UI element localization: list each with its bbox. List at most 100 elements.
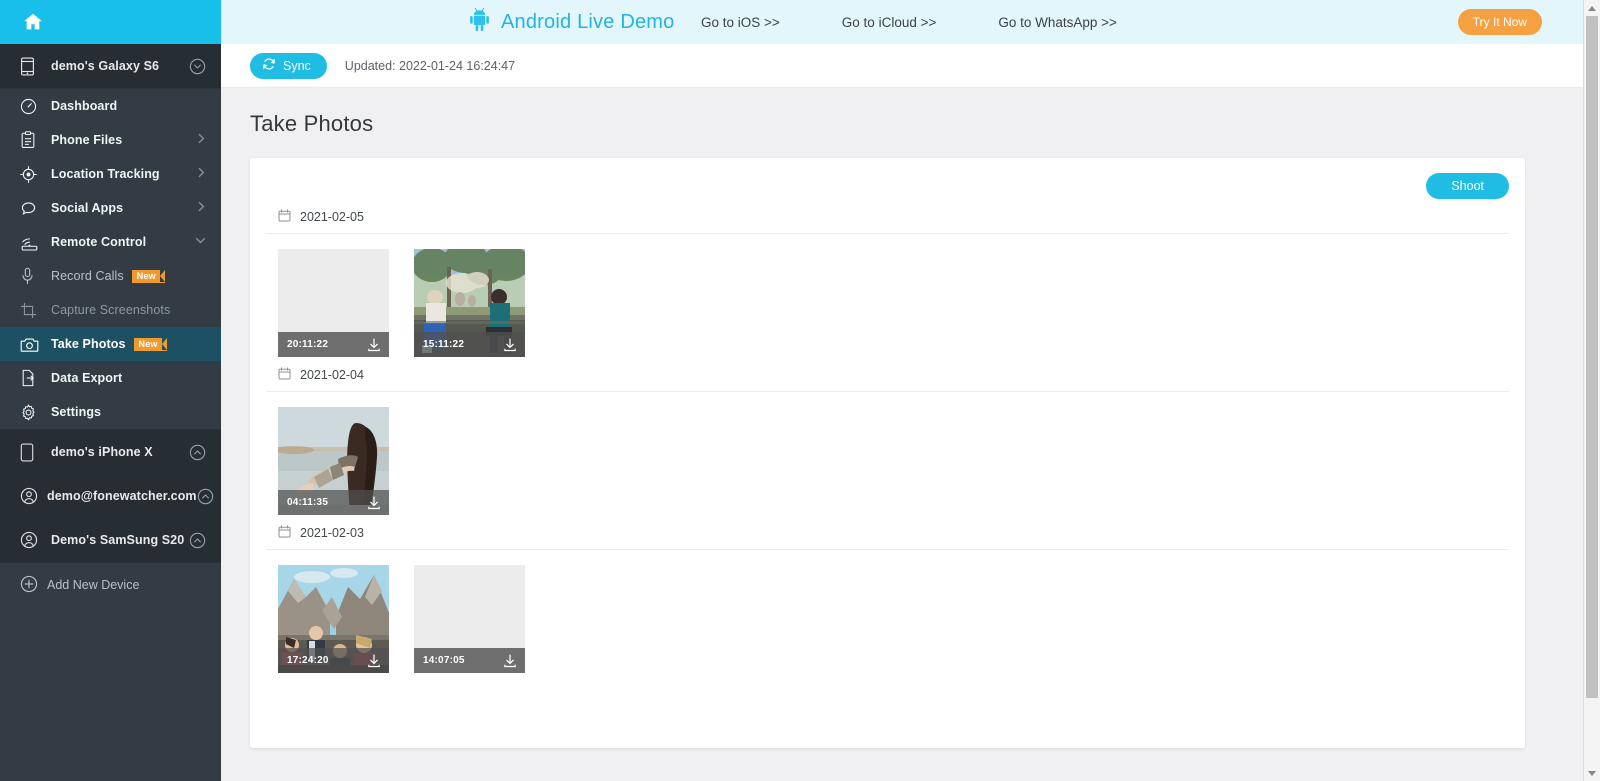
export-file-icon: [20, 369, 42, 387]
add-new-device-button[interactable]: Add New Device: [0, 563, 221, 607]
browser-scrollbar[interactable]: [1583, 0, 1600, 781]
sidebar-device-iphone-x[interactable]: demo's iPhone X: [0, 430, 221, 474]
photo-thumbnail[interactable]: 15:11:22: [414, 249, 525, 357]
tablet-icon: [20, 443, 42, 462]
brand-title: Android Live Demo: [501, 10, 675, 33]
brand: Android Live Demo: [468, 7, 675, 37]
top-nav: Go to iOS >> Go to iCloud >> Go to Whats…: [701, 15, 1117, 30]
sidebar-item-location-tracking[interactable]: Location Tracking: [0, 157, 221, 191]
gauge-icon: [20, 98, 42, 115]
photo-thumbnail[interactable]: 17:24:20: [278, 565, 389, 673]
scroll-down-arrow-icon[interactable]: [1584, 765, 1600, 781]
sidebar-item-record-calls[interactable]: Record Calls New: [0, 259, 221, 293]
chevron-right-icon: [196, 200, 207, 216]
thumbnail-list: 04:11:35: [266, 392, 1509, 515]
sidebar-device-iphone-x-label: demo's iPhone X: [51, 445, 153, 459]
sidebar-account-demo-email-label: demo@fonewatcher.com: [47, 489, 197, 503]
home-icon: [22, 11, 44, 33]
phone-icon: [20, 56, 42, 76]
try-it-now-button[interactable]: Try It Now: [1457, 9, 1542, 35]
download-icon[interactable]: [366, 495, 382, 511]
chevron-down-icon[interactable]: [187, 58, 207, 75]
photo-time: 14:07:05: [423, 655, 465, 666]
sidebar-item-capture-screenshots-label: Capture Screenshots: [51, 303, 171, 317]
download-icon[interactable]: [366, 337, 382, 353]
main-area: Android Live Demo Go to iOS >> Go to iCl…: [221, 0, 1600, 781]
sidebar-primary-device[interactable]: demo's Galaxy S6: [0, 44, 221, 89]
sidebar-item-data-export-label: Data Export: [51, 371, 123, 385]
sidebar-device-samsung-s20[interactable]: Demo's SamSung S20: [0, 518, 221, 562]
photo-meta-bar: 04:11:35: [278, 490, 389, 515]
download-icon[interactable]: [502, 653, 518, 669]
date-group: 2021-02-05 20:11:22 15:11:22: [266, 209, 1509, 357]
plus-circle-icon: [20, 575, 38, 596]
nav-link-ios[interactable]: Go to iOS >>: [701, 15, 780, 30]
scroll-up-arrow-icon[interactable]: [1584, 0, 1600, 16]
account-icon: [20, 531, 42, 549]
photo-meta-bar: 17:24:20: [278, 648, 389, 673]
status-badge: New: [133, 337, 167, 351]
date-header: 2021-02-05: [266, 209, 1509, 234]
sidebar-item-dashboard[interactable]: Dashboard: [0, 89, 221, 123]
photo-time: 20:11:22: [287, 339, 329, 350]
chevron-up-icon[interactable]: [197, 488, 214, 505]
photo-thumbnail[interactable]: 20:11:22: [278, 249, 389, 357]
sidebar-item-dashboard-label: Dashboard: [51, 99, 118, 113]
chevron-up-icon[interactable]: [187, 532, 207, 549]
sidebar-item-settings[interactable]: Settings: [0, 395, 221, 429]
chevron-up-icon[interactable]: [187, 444, 207, 461]
chevron-right-icon: [196, 166, 207, 182]
photo-meta-bar: 20:11:22: [278, 332, 389, 357]
download-icon[interactable]: [502, 337, 518, 353]
date-label: 2021-02-03: [300, 526, 364, 540]
sync-button[interactable]: Sync: [250, 52, 327, 79]
chat-bubble-icon: [20, 200, 42, 217]
sidebar-item-social-apps-label: Social Apps: [51, 201, 124, 215]
sidebar-item-location-tracking-label: Location Tracking: [51, 167, 160, 181]
shoot-button[interactable]: Shoot: [1426, 173, 1509, 199]
date-header: 2021-02-03: [266, 525, 1509, 550]
calendar-icon: [278, 209, 291, 225]
status-badge: New: [131, 269, 165, 283]
sidebar-item-take-photos-label: Take Photos: [51, 337, 126, 351]
sidebar-item-phone-files[interactable]: Phone Files: [0, 123, 221, 157]
top-header: Android Live Demo Go to iOS >> Go to iCl…: [221, 0, 1600, 44]
sidebar-item-capture-screenshots[interactable]: Capture Screenshots: [0, 293, 221, 327]
photo-time: 04:11:35: [287, 497, 329, 508]
sidebar-item-social-apps[interactable]: Social Apps: [0, 191, 221, 225]
sidebar-item-take-photos[interactable]: Take Photos New: [0, 327, 221, 361]
content-scroll: Take Photos Shoot 2021-02-05 20:11:22 15…: [221, 88, 1600, 781]
photo-thumbnail[interactable]: 04:11:35: [278, 407, 389, 515]
sidebar-home-button[interactable]: [0, 0, 221, 44]
calendar-icon: [278, 367, 291, 383]
clipboard-icon: [20, 131, 42, 149]
nav-link-whatsapp[interactable]: Go to WhatsApp >>: [998, 15, 1117, 30]
sidebar-item-data-export[interactable]: Data Export: [0, 361, 221, 395]
date-label: 2021-02-05: [300, 210, 364, 224]
photo-thumbnail[interactable]: 14:07:05: [414, 565, 525, 673]
crop-icon: [20, 302, 42, 319]
sync-bar: Sync Updated: 2022-01-24 16:24:47: [221, 44, 1600, 88]
app-root: demo's Galaxy S6 Dashboard Phone Files L…: [0, 0, 1600, 781]
chevron-down-icon: [194, 235, 207, 249]
sidebar-device-samsung-s20-label: Demo's SamSung S20: [51, 533, 185, 547]
refresh-icon: [262, 57, 276, 74]
calendar-icon: [278, 525, 291, 541]
download-icon[interactable]: [366, 653, 382, 669]
account-icon: [20, 487, 38, 505]
scrollbar-thumb[interactable]: [1586, 16, 1598, 698]
thumbnail-list: 17:24:20 14:07:05: [266, 550, 1509, 673]
photo-meta-bar: 15:11:22: [414, 332, 525, 357]
microphone-icon: [20, 267, 42, 285]
shoot-row: Shoot: [266, 173, 1509, 199]
date-label: 2021-02-04: [300, 368, 364, 382]
photo-time: 17:24:20: [287, 655, 329, 666]
thumbnail-list: 20:11:22 15:11:22: [266, 234, 1509, 357]
sidebar-item-remote-control[interactable]: Remote Control: [0, 225, 221, 259]
sidebar-account-demo-email[interactable]: demo@fonewatcher.com: [0, 474, 221, 518]
nav-link-icloud[interactable]: Go to iCloud >>: [842, 15, 937, 30]
date-group: 2021-02-03 17:24:20 14:07:05: [266, 525, 1509, 673]
gear-icon: [20, 404, 42, 421]
sidebar-item-record-calls-label: Record Calls: [51, 269, 124, 283]
camera-icon: [20, 336, 42, 353]
